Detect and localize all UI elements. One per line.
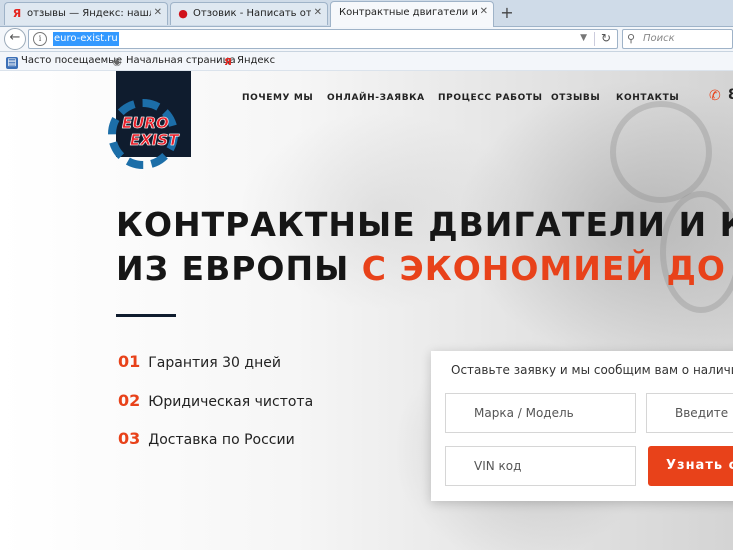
benefit-number: 03 (118, 429, 141, 448)
bookmarks-bar: ▤ Часто посещаемые ◉ Начальная страница ЯЯ… (0, 52, 733, 71)
address-bar[interactable]: i euro-exist.ru ▼ ↻ (28, 29, 618, 49)
background-decoration (610, 101, 712, 203)
benefit-text: Доставка по России (148, 432, 295, 448)
site-info-icon[interactable]: i (33, 32, 47, 46)
benefit-number: 02 (118, 391, 141, 410)
bookmark-icon: ▤ (6, 57, 18, 69)
benefit-text: Юридическая чистота (148, 394, 314, 410)
bookmark-label: Яндекс (237, 55, 276, 66)
search-box[interactable]: ⚲ Поиск (622, 29, 733, 49)
close-tab-icon[interactable]: ✕ (154, 7, 162, 18)
search-icon: ⚲ (627, 32, 636, 45)
otzovik-favicon-icon: ● (178, 7, 188, 20)
bookmark-yandex[interactable]: Я Яндекс (222, 54, 275, 69)
headline-line-2: ИЗ ЕВРОПЫ С ЭКОНОМИЕЙ ДО 20 (116, 247, 733, 291)
nav-link-why-us[interactable]: ПОЧЕМУ МЫ (242, 93, 313, 103)
url-text[interactable]: euro-exist.ru (53, 32, 119, 46)
benefit-text: Гарантия 30 дней (148, 355, 281, 371)
model-input[interactable]: Марка / Модель (445, 393, 636, 433)
benefit-item: 03 Доставка по России (118, 429, 295, 448)
tab-title: Отзовик - Написать отзыв (193, 8, 311, 19)
reload-icon[interactable]: ↻ (601, 31, 611, 45)
hero-headline: КОНТРАКТНЫЕ ДВИГАТЕЛИ И КП ИЗ ЕВРОПЫ С Э… (116, 203, 733, 291)
tab-title: Контрактные двигатели из Евро (339, 7, 477, 18)
back-button[interactable]: ← (4, 28, 26, 50)
divider (594, 32, 595, 46)
benefit-number: 01 (118, 352, 141, 371)
nav-link-reviews[interactable]: ОТЗЫВЫ (551, 93, 600, 103)
globe-icon: ◉ (112, 57, 122, 68)
yandex-icon: Я (224, 57, 232, 68)
tab-otzovik[interactable]: ● Отзовик - Написать отзыв ✕ (170, 2, 328, 25)
nav-link-contacts[interactable]: КОНТАКТЫ (616, 93, 679, 103)
request-form: Оставьте заявку и мы сообщим вам о налич… (431, 351, 733, 501)
phone-input[interactable]: Введите но (646, 393, 733, 433)
benefit-item: 02 Юридическая чистота (118, 391, 313, 410)
vin-input[interactable]: VIN код (445, 446, 636, 486)
chevron-down-icon[interactable]: ▼ (580, 33, 587, 43)
submit-button[interactable]: Узнать ст (648, 446, 733, 486)
navigation-bar: ← i euro-exist.ru ▼ ↻ ⚲ Поиск (0, 27, 733, 52)
tab-bar: Я отзывы — Яндекс: нашлось ✕ ● Отзовик -… (0, 0, 733, 27)
bookmark-most-visited[interactable]: ▤ Часто посещаемые (6, 54, 122, 69)
tab-yandex-search[interactable]: Я отзывы — Яндекс: нашлось ✕ (4, 2, 168, 25)
headline-divider (116, 314, 176, 317)
headline-accent: С ЭКОНОМИЕЙ ДО 20 (361, 249, 733, 288)
bookmark-start-page[interactable]: ◉ Начальная страница (111, 54, 236, 69)
tab-euro-exist[interactable]: Контрактные двигатели из Евро ✕ (330, 1, 494, 27)
logo-text: EURO EXIST (122, 114, 179, 149)
search-placeholder: Поиск (643, 33, 675, 44)
form-title: Оставьте заявку и мы сообщим вам о налич… (451, 363, 733, 377)
headline-line-1: КОНТРАКТНЫЕ ДВИГАТЕЛИ И КП (116, 205, 733, 244)
web-page: EURO EXIST ПОЧЕМУ МЫ ОНЛАЙН-ЗАЯВКА ПРОЦЕ… (0, 71, 733, 550)
yandex-favicon-icon: Я (12, 7, 22, 20)
nav-link-online-request[interactable]: ОНЛАЙН-ЗАЯВКА (327, 93, 425, 103)
bookmark-label: Часто посещаемые (21, 55, 123, 66)
site-logo[interactable]: EURO EXIST (108, 71, 191, 169)
phone-number[interactable]: 8 (728, 87, 733, 103)
back-arrow-icon: ← (9, 30, 21, 45)
nav-link-work-process[interactable]: ПРОЦЕСС РАБОТЫ (438, 93, 543, 103)
benefit-item: 01 Гарантия 30 дней (118, 352, 281, 371)
close-tab-icon[interactable]: ✕ (480, 6, 488, 17)
close-tab-icon[interactable]: ✕ (314, 7, 322, 18)
bookmark-label: Начальная страница (126, 55, 236, 66)
phone-icon: ✆ (709, 88, 721, 104)
tab-title: отзывы — Яндекс: нашлось (27, 8, 151, 19)
new-tab-button[interactable]: + (498, 4, 516, 22)
